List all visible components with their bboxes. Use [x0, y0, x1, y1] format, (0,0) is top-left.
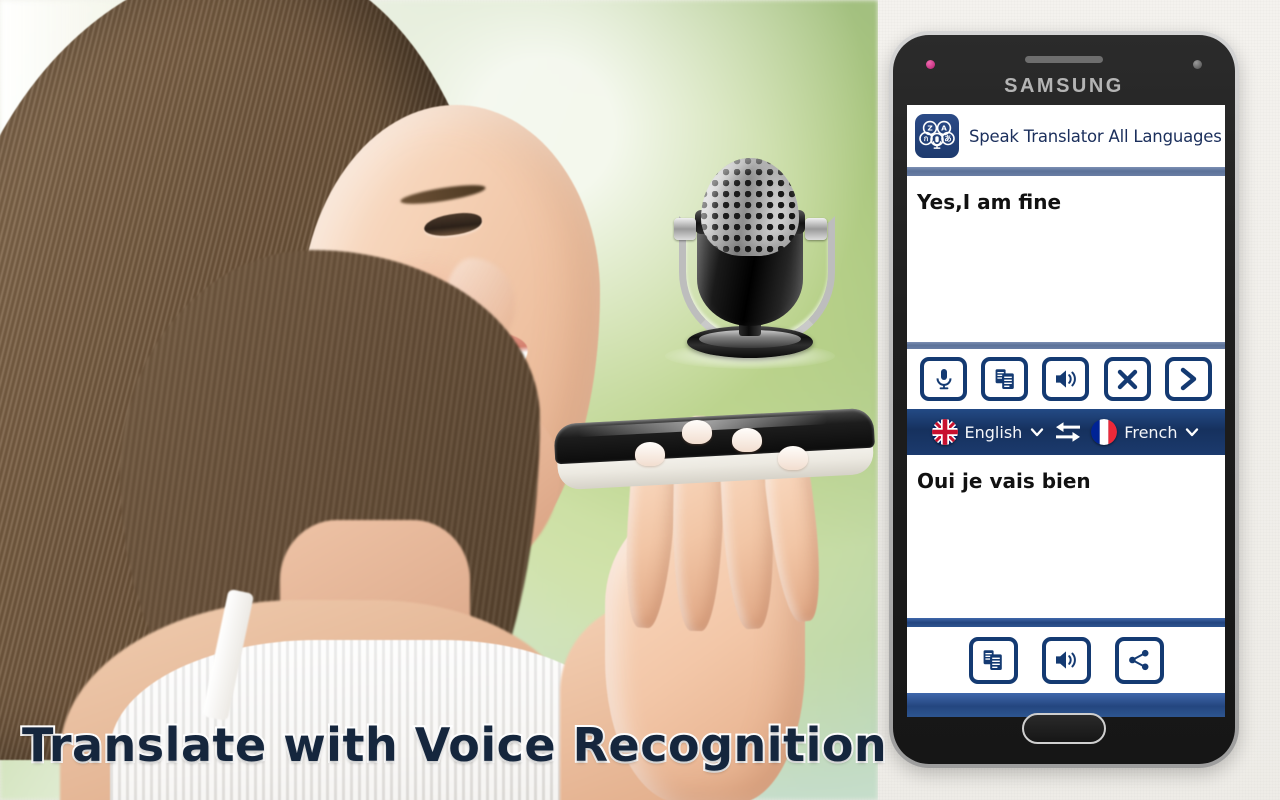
target-language-name[interactable]: French — [1124, 423, 1177, 442]
speak-button[interactable] — [1042, 357, 1090, 401]
samsung-phone-mockup: SAMSUNG Z A ก あ Speak Translator All Lan… — [889, 31, 1239, 768]
header-divider — [907, 167, 1225, 176]
close-icon — [1116, 368, 1139, 391]
copy-button[interactable] — [981, 357, 1029, 401]
chevron-right-icon — [1178, 367, 1198, 391]
chevron-down-icon[interactable] — [1029, 424, 1045, 440]
language-selector-bar: English French — [907, 409, 1225, 455]
source-action-row — [907, 349, 1225, 409]
copy-result-button[interactable] — [968, 636, 1018, 684]
copy-icon — [994, 367, 1016, 391]
target-action-row — [907, 627, 1225, 693]
held-smartphone — [553, 407, 876, 497]
share-icon — [1127, 648, 1151, 672]
phone-screen: Z A ก あ Speak Translator All Languages Y… — [907, 105, 1225, 717]
target-text-area[interactable]: Oui je vais bien — [907, 455, 1225, 618]
speaker-icon — [1054, 649, 1078, 671]
share-result-button[interactable] — [1114, 636, 1164, 684]
clear-button[interactable] — [1103, 357, 1151, 401]
svg-text:A: A — [941, 124, 947, 133]
source-text-area[interactable]: Yes,I am fine — [907, 176, 1225, 342]
notification-led-icon — [926, 60, 935, 69]
france-flag-icon — [1091, 419, 1118, 445]
device-brand-label: SAMSUNG — [1004, 75, 1124, 97]
microphone-pivot-knob — [805, 218, 827, 240]
speak-result-button[interactable] — [1041, 636, 1091, 684]
microphone-pivot-knob — [674, 218, 696, 240]
promo-headline: Translate with Voice Recognition — [20, 716, 889, 774]
target-divider — [907, 618, 1225, 627]
home-button[interactable] — [1022, 713, 1106, 744]
retro-microphone-icon — [655, 158, 845, 373]
fingernail — [635, 442, 665, 466]
uk-flag-icon — [931, 419, 958, 445]
chevron-down-icon[interactable] — [1184, 424, 1200, 440]
translate-button[interactable] — [1164, 357, 1212, 401]
fingernail — [682, 420, 712, 444]
phone-body: SAMSUNG Z A ก あ Speak Translator All Lan… — [893, 35, 1235, 764]
promo-banner: Translate with Voice Recognition SAMSUNG — [0, 0, 1280, 800]
source-divider — [907, 342, 1225, 349]
source-language-name[interactable]: English — [965, 423, 1023, 442]
app-title: Speak Translator All Languages — [969, 126, 1222, 146]
fingernail — [778, 446, 808, 470]
svg-text:ก: ก — [924, 134, 929, 143]
fingernail — [732, 428, 762, 452]
speaker-icon — [1054, 368, 1078, 390]
svg-text:あ: あ — [944, 134, 951, 143]
microphone-grille-head — [701, 158, 799, 256]
swap-languages-icon[interactable] — [1054, 419, 1082, 445]
svg-text:Z: Z — [927, 124, 933, 133]
mic-button[interactable] — [920, 357, 968, 401]
app-header: Z A ก あ Speak Translator All Languages — [907, 105, 1225, 167]
earpiece-speaker — [1025, 56, 1103, 63]
microphone-icon — [933, 367, 955, 391]
translator-app-logo: Z A ก あ — [915, 114, 959, 158]
front-camera-icon — [1193, 60, 1202, 69]
copy-icon — [982, 648, 1004, 672]
woman-speaking-into-phone-photo — [0, 0, 878, 800]
